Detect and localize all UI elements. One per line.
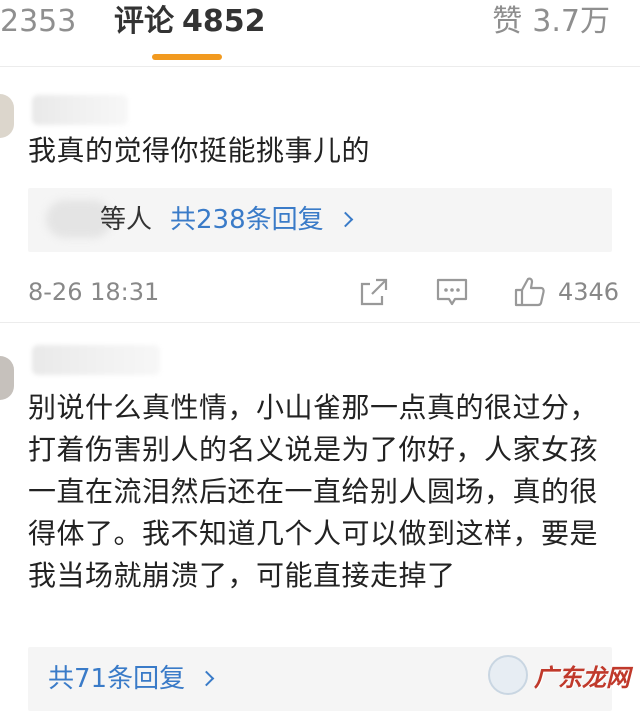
tab-comments[interactable]: 评论 4852 <box>114 2 266 42</box>
comment-timestamp: 8-26 18:31 <box>28 278 160 306</box>
active-tab-indicator <box>152 54 222 60</box>
reply-preview[interactable]: 等人 共238条回复 <box>28 188 612 252</box>
share-icon[interactable] <box>356 274 392 310</box>
tab-likes-count: 3.7万 <box>532 4 610 39</box>
watermark: 广东龙网 <box>488 655 630 695</box>
tab-reposts-count: 2353 <box>0 4 77 39</box>
comment-text[interactable]: 别说什么真性情，小山雀那一点真的很过分，打着伤害别人的名义说是为了你好，人家女孩… <box>28 387 622 597</box>
watermark-text: 广东龙网 <box>534 663 630 692</box>
comment-meta: 8-26 18:31 4346 <box>0 272 640 312</box>
reply-users-suffix: 等人 <box>100 205 153 235</box>
view-replies-label: 共71条回复 <box>48 664 186 694</box>
like-count: 4346 <box>558 278 620 306</box>
view-replies-link[interactable]: 共71条回复 <box>48 661 215 697</box>
comment-item: 我真的觉得你挺能挑事儿的 等人 共238条回复 8-26 18:31 4346 <box>0 67 640 322</box>
view-replies-label: 共238条回复 <box>170 205 324 235</box>
tab-likes-label: 赞 <box>492 4 523 39</box>
chevron-right-icon <box>337 211 353 228</box>
tab-bar: 2353 评论 4852 赞 3.7万 <box>0 0 640 67</box>
comment-icon[interactable] <box>434 274 470 310</box>
watermark-logo-icon <box>488 655 528 695</box>
avatar[interactable] <box>0 94 14 138</box>
tab-likes[interactable]: 赞 3.7万 <box>492 2 610 42</box>
comment-text[interactable]: 我真的觉得你挺能挑事儿的 <box>28 131 622 171</box>
tab-comments-count: 4852 <box>182 4 266 39</box>
username-blurred[interactable] <box>32 345 160 375</box>
tab-comments-label: 评论 <box>114 4 174 39</box>
avatar[interactable] <box>0 356 14 400</box>
chevron-right-icon <box>198 670 215 687</box>
username-blurred[interactable] <box>32 95 128 125</box>
view-replies-link[interactable]: 共238条回复 <box>170 202 353 238</box>
tab-reposts[interactable]: 2353 <box>0 2 76 42</box>
comment-item: 别说什么真性情，小山雀那一点真的很过分，打着伤害别人的名义说是为了你好，人家女孩… <box>0 323 640 711</box>
like-icon[interactable] <box>512 274 548 310</box>
